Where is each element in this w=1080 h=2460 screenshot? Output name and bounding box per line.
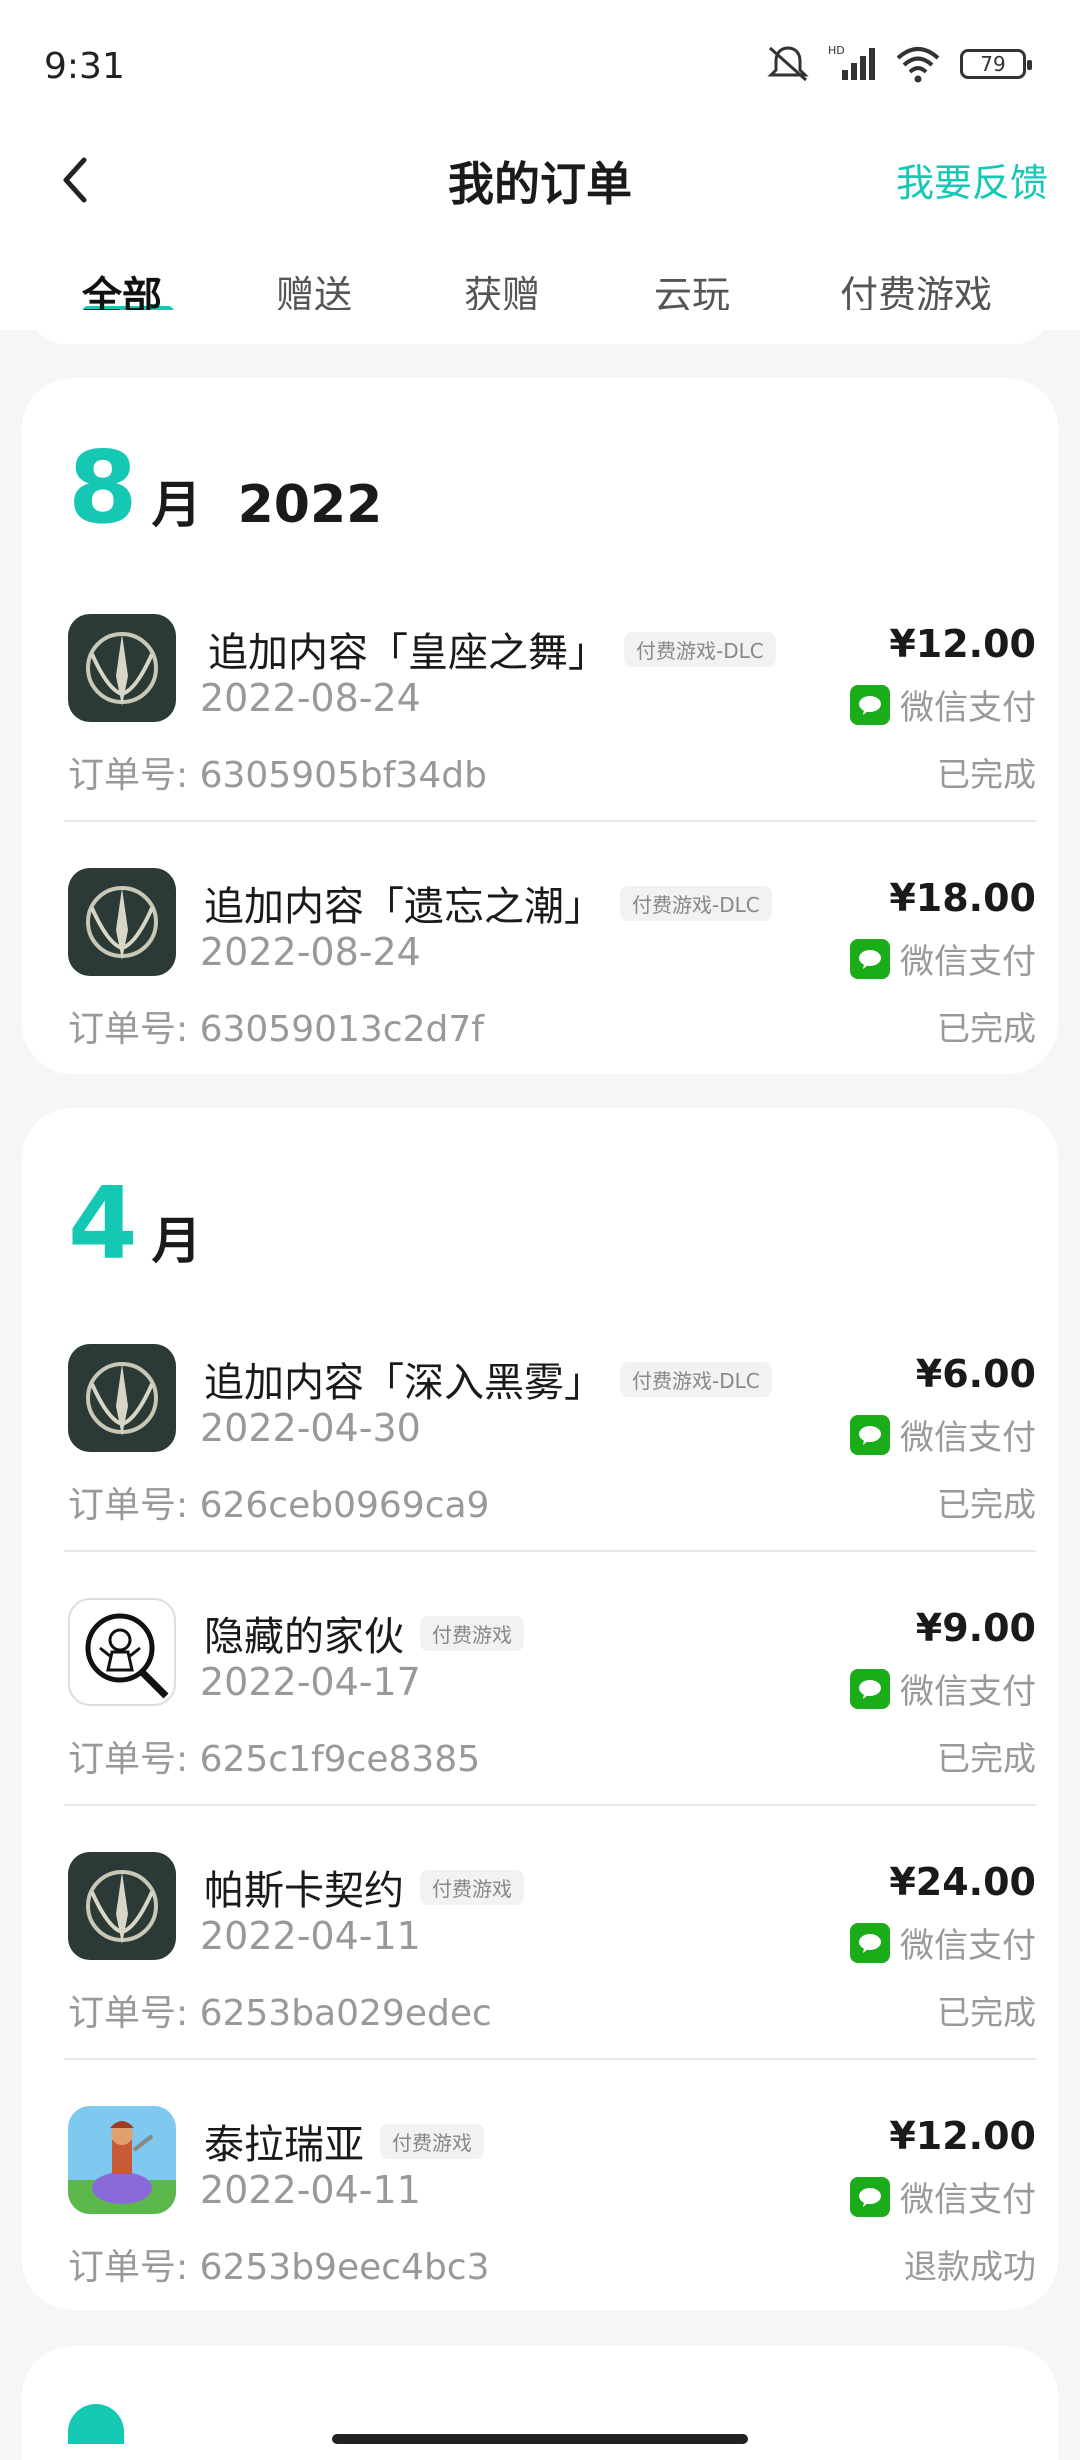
header: 我的订单 我要反馈	[0, 120, 1080, 240]
order-item[interactable]: 追加内容「遗忘之潮」 付费游戏-DLC 2022-08-24 ¥18.00 微信支…	[68, 868, 1036, 1120]
game-emblem-icon	[68, 1344, 176, 1452]
order-tag: 付费游戏-DLC	[620, 1361, 772, 1397]
order-price: ¥6.00	[915, 1352, 1036, 1396]
status-icons: HD 79	[766, 44, 1032, 84]
order-title: 泰拉瑞亚	[204, 2122, 364, 2168]
order-number: 订单号: 63059013c2d7f	[68, 1009, 484, 1050]
order-title: 隐藏的家伙	[204, 1614, 404, 1660]
order-title: 追加内容「深入黑雾」	[204, 1360, 604, 1406]
order-number: 订单号: 625c1f9ce8385	[68, 1739, 481, 1780]
order-status: 已完成	[937, 1485, 1036, 1524]
wechat-pay-icon	[850, 684, 890, 725]
order-name: 追加内容「皇座之舞」 付费游戏-DLC	[208, 620, 776, 678]
order-item[interactable]: 追加内容「深入黑雾」 付费游戏-DLC 2022-04-30 ¥6.00 微信支付…	[64, 1344, 1036, 1596]
order-group-card: 8 月 2022 追加内容「皇座之舞」 付费游戏-DLC 2022-08-24 ¥…	[22, 378, 1058, 1074]
order-item[interactable]: 帕斯卡契约 付费游戏 2022-04-11 ¥24.00 微信支付 订单号: 62…	[64, 1852, 1036, 2104]
year-label: 2022	[237, 475, 383, 535]
order-status: 退款成功	[904, 2247, 1036, 2286]
card-edge	[30, 310, 1050, 344]
divider	[64, 2058, 1036, 2060]
battery-icon: 79	[960, 49, 1032, 79]
order-tag: 付费游戏-DLC	[624, 631, 776, 667]
order-title: 追加内容「遗忘之潮」	[204, 884, 604, 930]
order-number: 订单号: 6253b9eec4bc3	[68, 2247, 490, 2288]
mute-icon	[767, 46, 809, 82]
order-date: 2022-04-11	[200, 1914, 421, 1958]
divider	[64, 1550, 1036, 1552]
hidden-folks-icon	[68, 1598, 176, 1706]
payment-label: 微信支付	[900, 942, 1036, 982]
order-tag: 付费游戏	[420, 1869, 524, 1905]
order-name: 帕斯卡契约 付费游戏	[204, 1858, 524, 1916]
month-label: 月	[151, 476, 202, 534]
month-number: 4	[68, 1165, 138, 1282]
order-price: ¥12.00	[889, 2114, 1036, 2158]
wechat-pay-icon	[850, 1414, 890, 1455]
order-status: 已完成	[937, 1739, 1036, 1778]
svg-text:HD: HD	[828, 44, 845, 57]
divider	[64, 1804, 1036, 1806]
payment-method: 微信支付	[850, 1664, 1036, 1713]
status-time: 9:31	[44, 46, 125, 87]
order-title: 追加内容「皇座之舞」	[208, 630, 608, 676]
order-name: 追加内容「深入黑雾」 付费游戏-DLC	[204, 1350, 772, 1408]
wechat-pay-icon	[850, 2176, 890, 2217]
payment-method: 微信支付	[850, 934, 1036, 983]
month-heading: 4 月	[68, 1174, 202, 1274]
payment-label: 微信支付	[900, 1926, 1036, 1966]
order-price: ¥9.00	[915, 1606, 1036, 1650]
order-tag: 付费游戏	[420, 1615, 524, 1651]
order-name: 隐藏的家伙 付费游戏	[204, 1604, 524, 1662]
order-tag: 付费游戏	[380, 2123, 484, 2159]
order-item[interactable]: 泰拉瑞亚 付费游戏 2022-04-11 ¥12.00 微信支付 订单号: 625…	[68, 2106, 1036, 2358]
payment-method: 微信支付	[850, 680, 1036, 729]
battery-level: 79	[980, 52, 1006, 76]
order-tag: 付费游戏-DLC	[620, 885, 772, 921]
order-date: 2022-08-24	[200, 676, 421, 720]
order-price: ¥18.00	[889, 876, 1036, 920]
month-number-partial	[68, 2404, 124, 2444]
order-title: 帕斯卡契约	[204, 1868, 404, 1914]
payment-label: 微信支付	[900, 1418, 1036, 1458]
month-label: 月	[151, 1212, 202, 1270]
home-indicator[interactable]	[332, 2434, 748, 2444]
order-status: 已完成	[937, 1009, 1036, 1048]
wifi-icon	[896, 47, 940, 83]
order-status: 已完成	[937, 1993, 1036, 2032]
terraria-icon	[68, 2106, 176, 2214]
order-number: 订单号: 6305905bf34db	[68, 755, 487, 796]
game-emblem-icon	[68, 1852, 176, 1960]
order-item[interactable]: 隐藏的家伙 付费游戏 2022-04-17 ¥9.00 微信支付 订单号: 625…	[64, 1598, 1036, 1850]
payment-label: 微信支付	[900, 1672, 1036, 1712]
game-emblem-icon	[68, 614, 176, 722]
order-item[interactable]: 追加内容「皇座之舞」 付费游戏-DLC 2022-08-24 ¥12.00 微信支…	[64, 614, 1036, 866]
order-status: 已完成	[937, 755, 1036, 794]
order-number: 订单号: 6253ba029edec	[68, 1993, 492, 2034]
divider	[64, 820, 1036, 822]
payment-label: 微信支付	[900, 688, 1036, 728]
order-price: ¥24.00	[889, 1860, 1036, 1904]
payment-label: 微信支付	[900, 2180, 1036, 2220]
month-number: 8	[68, 429, 138, 546]
month-heading: 8 月 2022	[68, 438, 382, 538]
payment-method: 微信支付	[850, 1918, 1036, 1967]
wechat-pay-icon	[850, 1668, 890, 1709]
signal-icon: HD	[828, 44, 875, 80]
order-number: 订单号: 626ceb0969ca9	[68, 1485, 490, 1526]
order-group-card: 4 月 追加内容「深入黑雾」 付费游戏-DLC 2022-04-30 ¥6.00 …	[22, 1108, 1058, 2310]
order-name: 泰拉瑞亚 付费游戏	[204, 2112, 484, 2170]
wechat-pay-icon	[850, 1922, 890, 1963]
order-date: 2022-04-11	[200, 2168, 421, 2212]
order-name: 追加内容「遗忘之潮」 付费游戏-DLC	[204, 874, 772, 932]
order-date: 2022-04-30	[200, 1406, 421, 1450]
order-date: 2022-04-17	[200, 1660, 421, 1704]
payment-method: 微信支付	[850, 1410, 1036, 1459]
feedback-button[interactable]: 我要反馈	[896, 152, 1048, 207]
game-emblem-icon	[68, 868, 176, 976]
order-price: ¥12.00	[889, 622, 1036, 666]
payment-method: 微信支付	[850, 2172, 1036, 2221]
status-bar: 9:31 HD 79	[0, 0, 1080, 120]
wechat-pay-icon	[850, 938, 890, 979]
order-date: 2022-08-24	[200, 930, 421, 974]
